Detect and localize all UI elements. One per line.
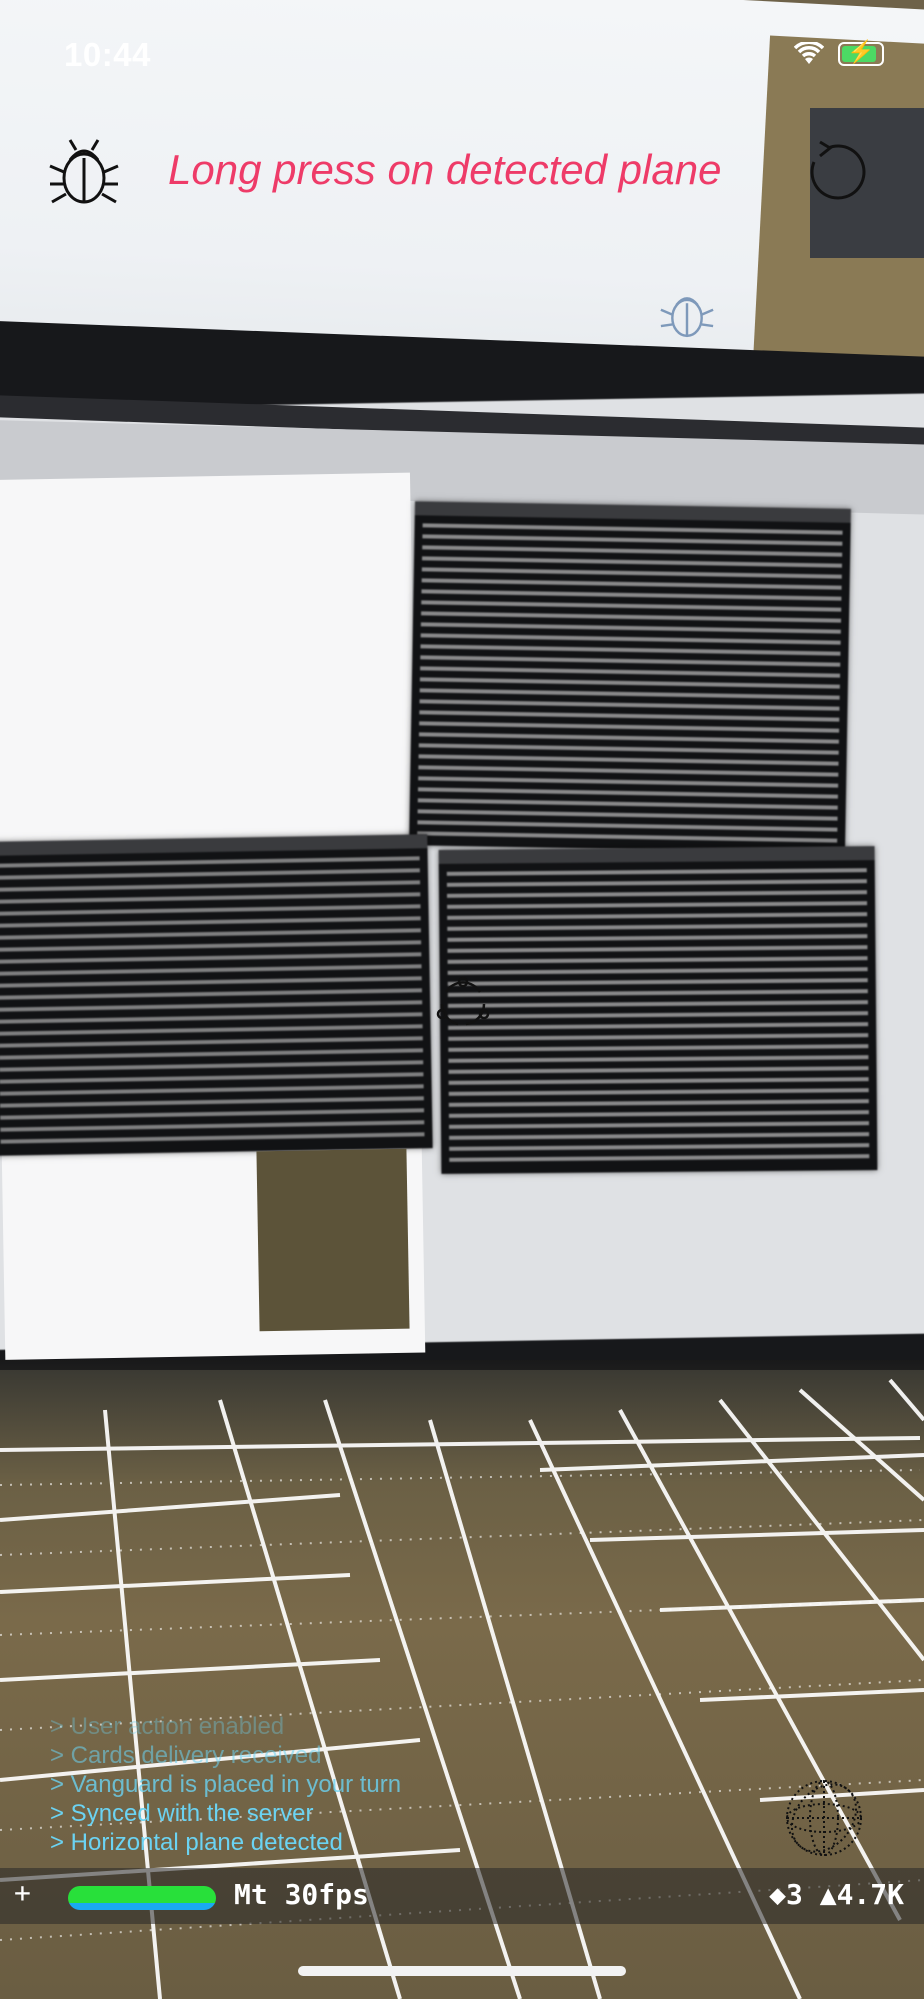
focus-reticle-icon bbox=[436, 976, 490, 1026]
wireframe-sphere-icon[interactable] bbox=[784, 1778, 864, 1858]
terminal-window bbox=[0, 834, 433, 1156]
status-bar-time: 10:44 bbox=[64, 36, 151, 73]
charging-battery-icon: ⚡ bbox=[838, 40, 884, 66]
node-triangle-counts: ◆3 ▲4.7K bbox=[769, 1878, 904, 1911]
log-line: > User action enabled bbox=[50, 1713, 285, 1740]
instruction-hint: Long press on detected plane bbox=[168, 146, 722, 193]
rotate-arrow-icon[interactable] bbox=[800, 136, 872, 208]
log-line: > Synced with the server bbox=[50, 1800, 314, 1827]
status-bar-icons: ⚡ bbox=[794, 40, 884, 66]
log-line: > Vanguard is placed in your turn bbox=[50, 1771, 402, 1798]
event-log: > User action enabled > Cards delivery r… bbox=[50, 1712, 401, 1857]
terminal-window bbox=[409, 501, 851, 853]
log-line: > Cards delivery received bbox=[50, 1742, 322, 1769]
log-line: > Horizontal plane detected bbox=[50, 1829, 343, 1856]
fps-meter bbox=[68, 1886, 216, 1910]
stats-expand-button[interactable]: + bbox=[14, 1876, 31, 1909]
bug-watermark-icon bbox=[660, 297, 714, 338]
ladybug-icon[interactable] bbox=[46, 134, 122, 210]
terminal-window bbox=[438, 846, 878, 1174]
scene-stats-bar[interactable]: + Mt 30fps ◆3 ▲4.7K bbox=[0, 1868, 924, 1924]
fps-readout: Mt 30fps bbox=[234, 1878, 369, 1911]
wifi-icon bbox=[794, 42, 824, 64]
home-indicator[interactable] bbox=[298, 1966, 626, 1976]
map-thumbnail bbox=[256, 1148, 410, 1332]
